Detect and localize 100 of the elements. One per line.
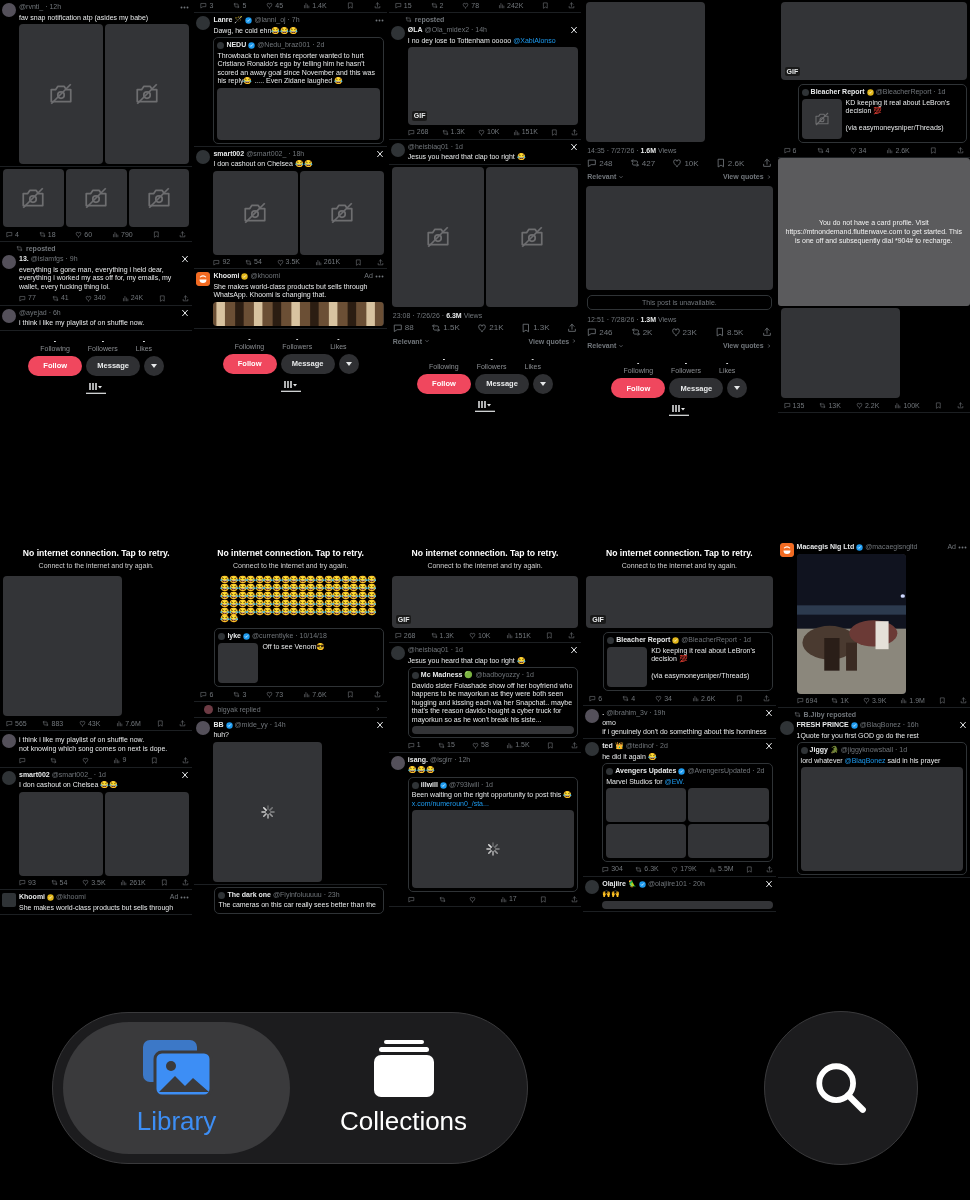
reply-icon[interactable] [200, 2, 208, 9]
reply-icon[interactable] [19, 294, 26, 302]
image-placeholder[interactable] [3, 169, 64, 228]
repost-icon[interactable] [816, 146, 824, 154]
views-icon[interactable] [886, 146, 894, 154]
repost-icon[interactable] [441, 128, 449, 136]
share-icon[interactable] [568, 632, 576, 639]
heart-icon[interactable] [477, 322, 488, 333]
heart-icon[interactable] [855, 401, 863, 409]
views-icon[interactable] [894, 401, 902, 409]
bookmark-icon[interactable] [934, 401, 942, 409]
repost-icon[interactable] [819, 401, 827, 409]
avatar[interactable] [196, 720, 211, 735]
views-icon[interactable] [121, 294, 129, 302]
bookmark-icon[interactable] [521, 322, 532, 333]
views-icon[interactable] [116, 720, 124, 727]
heart-icon[interactable] [84, 294, 92, 302]
grid-view-icon[interactable] [279, 379, 302, 392]
share-icon[interactable] [761, 158, 772, 168]
share-icon[interactable] [179, 231, 187, 239]
heart-icon[interactable] [672, 158, 683, 168]
share-icon[interactable] [571, 742, 579, 749]
views-icon[interactable] [112, 231, 119, 239]
reply-icon[interactable] [602, 866, 610, 873]
share-icon[interactable] [957, 401, 964, 409]
share-icon[interactable] [182, 756, 190, 764]
reply-icon[interactable] [783, 401, 791, 409]
image-placeholder[interactable] [65, 169, 127, 228]
views-icon[interactable] [303, 2, 311, 9]
share-icon[interactable] [568, 2, 576, 9]
heart-icon[interactable] [276, 258, 284, 266]
heart-icon[interactable] [266, 2, 274, 9]
reply-icon[interactable] [407, 896, 415, 904]
reply-icon[interactable] [6, 231, 13, 239]
reply-icon[interactable] [392, 322, 403, 333]
bookmark-icon[interactable] [156, 720, 164, 727]
bookmark-icon[interactable] [551, 128, 559, 136]
share-icon[interactable] [956, 146, 964, 154]
bookmark-icon[interactable] [735, 694, 743, 702]
heart-icon[interactable] [469, 632, 477, 639]
heart-icon[interactable] [655, 694, 663, 702]
grid-view-icon[interactable] [85, 381, 108, 394]
bookmark-icon[interactable] [159, 294, 167, 302]
grid-view-icon[interactable] [668, 404, 691, 416]
reply-icon[interactable] [407, 742, 415, 749]
views-icon[interactable] [512, 128, 520, 136]
share-icon[interactable] [376, 258, 384, 266]
repost-icon[interactable] [42, 720, 50, 727]
more-options-button[interactable] [533, 373, 553, 394]
logo-icon[interactable] [196, 272, 211, 287]
reply-icon[interactable] [213, 258, 221, 266]
repost-icon[interactable] [431, 322, 442, 333]
share-icon[interactable] [959, 697, 967, 705]
avatar[interactable] [2, 734, 16, 748]
error-title[interactable]: No internet connection. Tap to retry. [606, 548, 753, 558]
share-icon[interactable] [182, 294, 190, 302]
avatar[interactable] [2, 308, 16, 323]
chevron-icon[interactable] [374, 706, 381, 713]
bookmark-icon[interactable] [746, 866, 754, 873]
avatar[interactable] [2, 893, 16, 908]
avatar[interactable] [2, 770, 16, 785]
avatar[interactable] [196, 149, 211, 164]
repost-icon[interactable] [831, 697, 839, 705]
avatar[interactable] [390, 26, 405, 40]
heart-icon[interactable] [469, 896, 477, 904]
bookmark-icon[interactable] [542, 2, 550, 9]
avatar[interactable] [2, 255, 16, 270]
image-placeholder[interactable] [801, 98, 842, 139]
share-icon[interactable] [571, 128, 579, 136]
more-icon[interactable] [958, 545, 967, 549]
grid-view-icon[interactable] [474, 399, 496, 412]
reply-icon[interactable] [394, 2, 402, 9]
share-icon[interactable] [179, 720, 187, 727]
bookmark-icon[interactable] [714, 327, 725, 337]
tab[interactable]: Collections [290, 1021, 517, 1154]
reply-icon[interactable] [6, 720, 13, 727]
repost-icon[interactable] [430, 2, 438, 9]
repost-icon[interactable] [629, 158, 640, 168]
more-icon[interactable] [180, 5, 190, 9]
avatar[interactable] [2, 3, 16, 17]
repost-icon[interactable] [438, 896, 446, 904]
views-icon[interactable] [498, 2, 505, 9]
avatar[interactable] [779, 721, 794, 736]
repost-icon[interactable] [38, 231, 46, 239]
avatar[interactable] [585, 879, 600, 894]
reply-icon[interactable] [796, 697, 804, 705]
more-options-button[interactable] [338, 353, 359, 374]
quoted-post[interactable] [213, 37, 384, 144]
heart-icon[interactable] [75, 231, 83, 239]
share-icon[interactable] [761, 327, 772, 337]
share-icon[interactable] [571, 896, 579, 904]
bookmark-icon[interactable] [346, 690, 354, 698]
reply-icon[interactable] [200, 690, 208, 698]
avatar[interactable] [585, 708, 600, 723]
quoted-post[interactable] [407, 667, 579, 739]
bookmark-icon[interactable] [150, 756, 158, 764]
repost-icon[interactable] [50, 756, 58, 764]
heart-icon[interactable] [81, 756, 89, 764]
reply-icon[interactable] [19, 756, 26, 764]
bookmark-icon[interactable] [546, 742, 554, 749]
